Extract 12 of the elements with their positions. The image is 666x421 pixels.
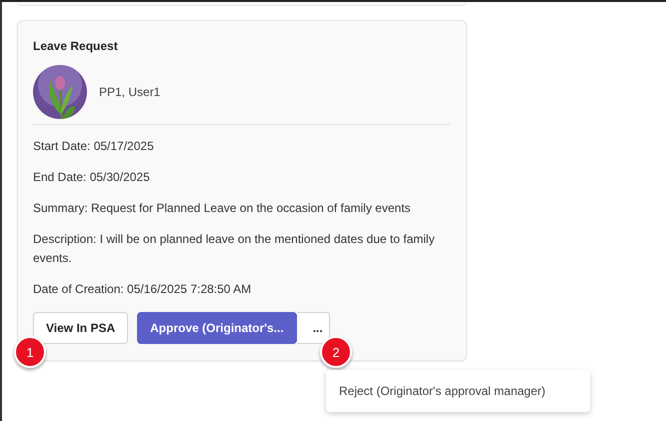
step-badge: 1 — [14, 336, 46, 368]
menu-item[interactable]: Reject (Originator's approval manager) — [326, 384, 546, 398]
detail-text: End Date: 05/30/2025 — [33, 169, 151, 186]
view-button[interactable]: View In PSA — [33, 312, 128, 344]
card-title: Leave Request — [33, 39, 119, 53]
more-button[interactable]: ... — [296, 312, 330, 344]
detail-text: Summary: Request for Planned Leave on the occasion of family events — [33, 200, 412, 217]
requester-name: PP1, User1 — [99, 85, 160, 99]
detail-text: Date of Creation: 05/16/2025 7:28:50 AM — [33, 281, 252, 298]
detail-text: Description: I will be on planned leave on the mentioned dates due to family events. — [33, 231, 436, 267]
approve-button[interactable]: Approve (Originator's... — [137, 312, 297, 344]
detail-text: Start Date: 05/17/2025 — [33, 138, 155, 155]
